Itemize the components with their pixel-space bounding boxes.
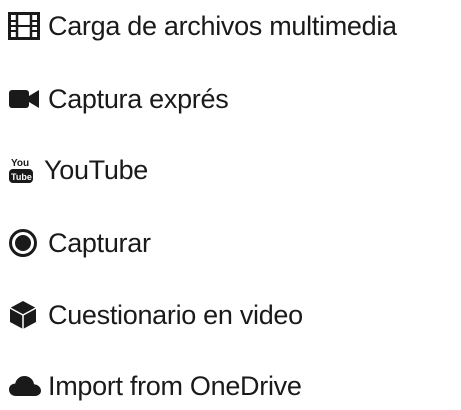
menu-item-label: Capturar (48, 228, 151, 258)
cloud-icon (0, 366, 48, 406)
cube-icon (0, 295, 48, 335)
svg-text:Tube: Tube (11, 172, 32, 182)
menu-item-label: Carga de archivos multimedia (48, 11, 397, 41)
menu-item-youtube[interactable]: You Tube YouTube (0, 150, 148, 190)
menu-item-express-capture[interactable]: Captura exprés (0, 79, 229, 119)
menu-item-media-upload[interactable]: Carga de archivos multimedia (0, 6, 397, 46)
svg-text:You: You (11, 158, 29, 169)
menu-item-label: YouTube (44, 155, 149, 185)
record-icon (0, 223, 48, 263)
menu-item-video-quiz[interactable]: Cuestionario en video (0, 295, 303, 335)
menu-item-import-onedrive[interactable]: Import from OneDrive (0, 366, 302, 406)
menu-item-label: Captura exprés (48, 84, 229, 114)
youtube-icon: You Tube (0, 150, 44, 190)
video-camera-icon (0, 79, 48, 119)
menu-item-label: Cuestionario en video (48, 300, 303, 330)
menu-item-capture[interactable]: Capturar (0, 223, 151, 263)
menu-item-label: Import from OneDrive (48, 371, 302, 401)
media-source-menu: Carga de archivos multimedia Captura exp… (0, 0, 461, 410)
film-icon (0, 6, 48, 46)
